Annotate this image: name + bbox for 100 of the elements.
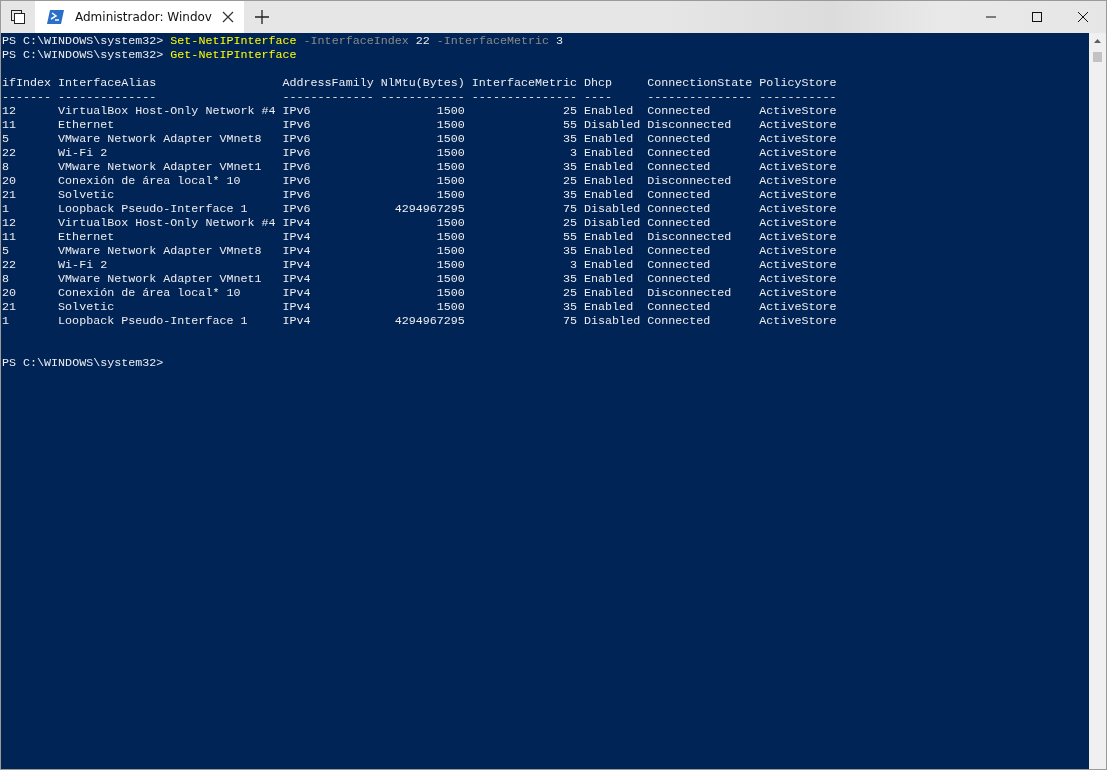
- command-token: Set-NetIPInterface: [170, 34, 297, 48]
- table-cell-text: 55: [562, 118, 578, 132]
- scrollbar-thumb[interactable]: [1093, 52, 1102, 62]
- table-cell-text: 1500: [435, 146, 465, 160]
- table-cell: ActiveStore: [759, 216, 837, 230]
- table-cell-text: Enabled: [584, 132, 635, 146]
- table-cell-text: 1500: [435, 118, 465, 132]
- column-header: ifIndex: [2, 76, 52, 90]
- header-rule: ----: [584, 90, 614, 104]
- table-cell-text: Connected: [647, 160, 712, 174]
- table-cell-text: Loopback Pseudo-Interface 1: [58, 202, 249, 216]
- table-cell-text: IPv6: [282, 132, 312, 146]
- table-cell-text: 1500: [435, 286, 465, 300]
- table-cell-text: Enabled: [584, 230, 635, 244]
- table-cell-text: VMware Network Adapter VMnet1: [58, 160, 263, 174]
- table-cell-text: Enabled: [584, 286, 635, 300]
- table-cell-text: 20: [2, 286, 18, 300]
- table-cell-text: Conexión de área local* 10: [58, 174, 242, 188]
- table-cell-text: Connected: [647, 146, 712, 160]
- column-header: InterfaceMetric: [471, 76, 578, 90]
- table-cell: ActiveStore: [759, 188, 837, 202]
- command-token: -InterfaceIndex: [303, 34, 409, 48]
- table-cell-text: 35: [562, 188, 578, 202]
- table-cell-text: 35: [562, 244, 578, 258]
- table-cell: ActiveStore: [759, 244, 837, 258]
- table-cell-text: Wi-Fi 2: [58, 258, 109, 272]
- header-rule: ------------: [380, 90, 465, 104]
- table-cell-text: 21: [2, 188, 18, 202]
- table-cell-text: 3: [569, 146, 578, 160]
- table-cell-text: VMware Network Adapter VMnet8: [58, 244, 263, 258]
- table-cell-text: IPv4: [282, 300, 312, 314]
- table-cell-text: IPv6: [282, 188, 312, 202]
- table-cell-text: 1500: [435, 216, 465, 230]
- table-cell: ActiveStore: [759, 104, 837, 118]
- table-cell-text: IPv4: [282, 272, 312, 286]
- table-cell-text: 1500: [435, 104, 465, 118]
- prompt-text: PS C:\WINDOWS\system32>: [2, 48, 164, 62]
- table-cell: ActiveStore: [759, 300, 837, 314]
- table-cell-text: IPv6: [282, 160, 312, 174]
- table-cell-text: Connected: [647, 258, 712, 272]
- scrollbar[interactable]: [1089, 33, 1106, 769]
- header-rule: -----------: [759, 90, 837, 104]
- table-cell-text: Enabled: [584, 160, 635, 174]
- table-cell-text: 1: [2, 202, 10, 216]
- table-cell-text: 35: [562, 160, 578, 174]
- column-header: AddressFamily: [282, 76, 374, 90]
- table-cell: ActiveStore: [759, 146, 837, 160]
- table-cell-text: Enabled: [584, 300, 635, 314]
- table-cell-text: Enabled: [584, 104, 635, 118]
- table-cell-text: Connected: [647, 272, 712, 286]
- table-cell-text: Connected: [647, 188, 712, 202]
- table-cell-text: Connected: [647, 132, 712, 146]
- table-cell-text: Connected: [647, 202, 712, 216]
- table-cell-text: IPv4: [282, 314, 312, 328]
- table-cell-text: VMware Network Adapter VMnet8: [58, 132, 263, 146]
- table-cell-text: 5: [2, 244, 10, 258]
- table-cell-text: IPv4: [282, 230, 312, 244]
- table-cell-text: 35: [562, 272, 578, 286]
- table-cell-text: 1500: [435, 188, 465, 202]
- header-rule: ---------------: [471, 90, 578, 104]
- table-cell-text: 11: [2, 230, 18, 244]
- column-header: ConnectionState: [647, 76, 753, 90]
- prompt-text: PS C:\WINDOWS\system32>: [2, 34, 164, 48]
- table-cell-text: 8: [2, 160, 10, 174]
- table-cell-text: 25: [562, 174, 578, 188]
- table-cell-text: Enabled: [584, 272, 635, 286]
- column-header: PolicyStore: [759, 76, 837, 90]
- table-cell-text: 1500: [435, 300, 465, 314]
- table-cell-text: Connected: [647, 244, 712, 258]
- table-cell: VirtualBox Host-Only Network #4: [58, 216, 276, 230]
- table-cell-text: 35: [562, 132, 578, 146]
- header-rule: ---------------: [647, 90, 753, 104]
- table-cell-text: 55: [562, 230, 578, 244]
- table-cell-text: Enabled: [584, 188, 635, 202]
- table-cell: ActiveStore: [759, 174, 837, 188]
- table-cell-text: Enabled: [584, 244, 635, 258]
- table-cell-text: 22: [2, 258, 18, 272]
- table-cell-text: 12: [2, 216, 18, 230]
- table-cell-text: 1500: [435, 272, 465, 286]
- table-cell: ActiveStore: [759, 118, 837, 132]
- table-cell-text: Connected: [647, 300, 712, 314]
- close-tab-icon[interactable]: [221, 11, 234, 23]
- table-cell-text: 22: [2, 146, 18, 160]
- header-rule: -------: [2, 90, 52, 104]
- table-cell-text: IPv6: [282, 146, 312, 160]
- maximize-icon: [1032, 12, 1042, 22]
- table-cell-text: Ethernet: [58, 230, 116, 244]
- table-cell-text: IPv6: [282, 118, 312, 132]
- table-cell: ActiveStore: [759, 314, 837, 328]
- prompt-text: PS C:\WINDOWS\system32>: [2, 356, 164, 370]
- table-cell-text: Disconnected: [647, 230, 733, 244]
- terminal-tab[interactable]: Administrador: Windov: [35, 1, 244, 33]
- table-cell: VirtualBox Host-Only Network #4: [58, 104, 276, 118]
- table-cell-text: 1500: [435, 258, 465, 272]
- column-header: NlMtu(Bytes): [380, 76, 465, 90]
- stacked-windows-icon: [10, 9, 26, 25]
- table-cell-text: 25: [562, 286, 578, 300]
- table-cell-text: 1500: [435, 230, 465, 244]
- table-cell-text: 5: [2, 132, 10, 146]
- table-cell: ActiveStore: [759, 202, 837, 216]
